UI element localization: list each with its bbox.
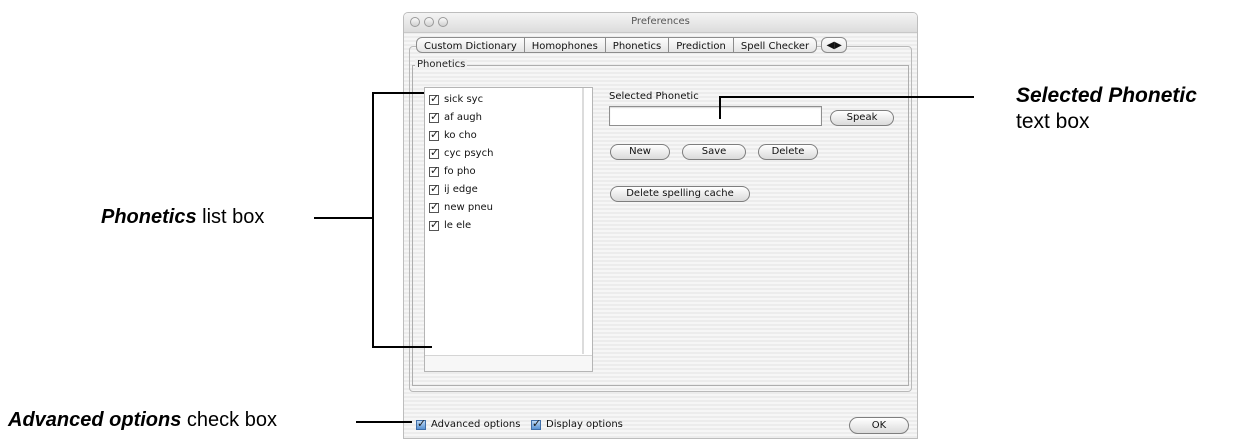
tab-bar: Custom Dictionary Homophones Phonetics P… bbox=[416, 37, 848, 54]
advanced-options-annotation-bold: Advanced options bbox=[8, 409, 182, 431]
save-button[interactable]: Save bbox=[682, 144, 746, 160]
tab-scroll-arrows-icon[interactable]: ◀▶ bbox=[821, 37, 848, 53]
list-item[interactable]: ij edge bbox=[429, 182, 478, 197]
selected-phonetic-annotation-bold: Selected Phonetic bbox=[1016, 84, 1197, 107]
selected-phonetic-annotation-sub: text box bbox=[1016, 110, 1090, 133]
checkbox-icon[interactable] bbox=[429, 164, 439, 177]
list-horizontal-scrollbar[interactable] bbox=[425, 355, 592, 371]
selected-phonetic-input[interactable] bbox=[609, 106, 822, 126]
checkbox-icon[interactable] bbox=[429, 182, 439, 195]
phonetics-pointer-line bbox=[314, 217, 372, 219]
tab-phonetics[interactable]: Phonetics bbox=[605, 37, 670, 53]
checkbox-icon[interactable] bbox=[429, 92, 439, 105]
selected-phonetic-annotation: Selected Phonetic bbox=[1016, 84, 1197, 108]
list-item-label: ko cho bbox=[444, 130, 477, 141]
advanced-options-pointer-line bbox=[356, 421, 412, 423]
checkbox-icon[interactable] bbox=[429, 200, 439, 213]
list-item[interactable]: fo pho bbox=[429, 164, 476, 179]
window-title: Preferences bbox=[631, 16, 690, 27]
list-vertical-divider bbox=[582, 88, 584, 354]
list-item[interactable]: sick syc bbox=[429, 92, 483, 107]
selected-phonetic-pointer-vertical bbox=[719, 96, 721, 119]
title-bar: Preferences bbox=[404, 13, 917, 33]
phonetics-annotation: Phonetics list box bbox=[101, 206, 264, 229]
selected-phonetic-pointer-horizontal bbox=[719, 96, 974, 98]
selected-phonetic-label: Selected Phonetic bbox=[609, 91, 699, 102]
list-item-label: cyc psych bbox=[444, 148, 494, 159]
checkbox-icon[interactable] bbox=[429, 146, 439, 159]
checkbox-icon[interactable] bbox=[429, 110, 439, 123]
list-item[interactable]: af augh bbox=[429, 110, 482, 125]
tab-homophones[interactable]: Homophones bbox=[524, 37, 606, 53]
list-item[interactable]: new pneu bbox=[429, 200, 493, 215]
checkbox-icon[interactable] bbox=[429, 128, 439, 141]
phonetics-bracket-top bbox=[372, 92, 424, 94]
advanced-options-checkbox[interactable]: Advanced options bbox=[416, 417, 521, 430]
list-item-label: af augh bbox=[444, 112, 482, 123]
display-options-label: Display options bbox=[546, 419, 623, 430]
list-item[interactable]: le ele bbox=[429, 218, 471, 233]
list-item-label: ij edge bbox=[444, 184, 478, 195]
list-item[interactable]: cyc psych bbox=[429, 146, 493, 161]
speak-button[interactable]: Speak bbox=[830, 110, 894, 126]
delete-button[interactable]: Delete bbox=[758, 144, 818, 160]
display-options-checkbox[interactable]: Display options bbox=[531, 417, 623, 430]
phonetics-bracket-bottom bbox=[372, 346, 432, 348]
list-item-label: fo pho bbox=[444, 166, 476, 177]
checkbox-icon[interactable] bbox=[429, 218, 439, 231]
list-item-label: sick syc bbox=[444, 94, 484, 105]
list-item-label: new pneu bbox=[444, 202, 494, 213]
tab-spell-checker[interactable]: Spell Checker bbox=[733, 37, 818, 53]
tab-custom-dictionary[interactable]: Custom Dictionary bbox=[416, 37, 525, 53]
ok-button[interactable]: OK bbox=[849, 417, 909, 434]
phonetics-bracket-line bbox=[372, 92, 374, 348]
phonetics-annotation-text: list box bbox=[196, 206, 265, 228]
advanced-options-annotation-text: check box bbox=[181, 409, 277, 431]
tab-prediction[interactable]: Prediction bbox=[669, 37, 734, 53]
checkbox-icon[interactable] bbox=[531, 417, 541, 430]
delete-spelling-cache-button[interactable]: Delete spelling cache bbox=[610, 186, 750, 202]
checkbox-icon[interactable] bbox=[416, 417, 426, 430]
phonetics-list-box[interactable]: sick syc af augh ko cho cyc psych fo pho… bbox=[424, 87, 593, 372]
new-button[interactable]: New bbox=[610, 144, 670, 160]
advanced-options-annotation: Advanced options check box bbox=[8, 409, 277, 432]
list-item-label: le ele bbox=[444, 220, 472, 231]
preferences-window: Preferences Custom Dictionary Homophones… bbox=[403, 12, 918, 439]
phonetics-annotation-bold: Phonetics bbox=[101, 206, 197, 228]
phonetics-group-label: Phonetics bbox=[415, 59, 468, 70]
list-item[interactable]: ko cho bbox=[429, 128, 477, 143]
advanced-options-label: Advanced options bbox=[431, 419, 521, 430]
